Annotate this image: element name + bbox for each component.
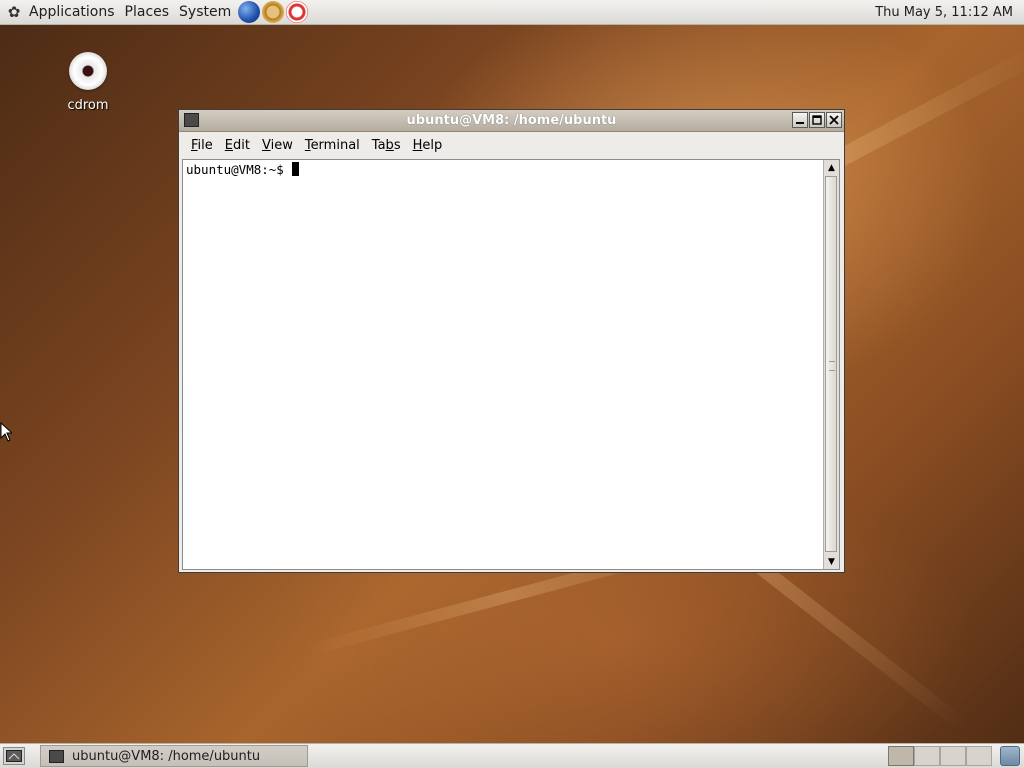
mail-icon[interactable] xyxy=(262,1,285,23)
terminal-text-area[interactable]: ubuntu@VM8:~$ ▲ ▼ xyxy=(182,159,840,570)
terminal-icon xyxy=(49,749,64,763)
terminal-menubar: File Edit View Terminal Tabs Help xyxy=(179,132,844,158)
web-browser-icon[interactable] xyxy=(238,1,261,23)
menu-view[interactable]: View xyxy=(256,138,299,153)
desktop-icon-cdrom[interactable]: cdrom xyxy=(60,52,116,113)
grip-icon xyxy=(829,361,835,371)
workspace-4[interactable] xyxy=(966,746,992,766)
workspace-2[interactable] xyxy=(914,746,940,766)
vertical-scrollbar[interactable]: ▲ ▼ xyxy=(823,160,839,569)
trash-icon[interactable] xyxy=(1000,746,1020,766)
menu-file[interactable]: File xyxy=(185,138,219,153)
window-titlebar[interactable]: ubuntu@VM8: /home/ubuntu xyxy=(179,110,844,132)
close-button[interactable] xyxy=(826,112,842,128)
help-icon[interactable] xyxy=(286,1,309,23)
places-menu[interactable]: Places xyxy=(120,0,175,25)
minimize-icon xyxy=(796,122,804,124)
desktop-icon-label: cdrom xyxy=(67,98,109,113)
maximize-icon xyxy=(812,115,822,125)
menu-tabs[interactable]: Tabs xyxy=(366,138,407,153)
terminal-output: ubuntu@VM8:~$ xyxy=(186,162,300,177)
workspace-1[interactable] xyxy=(888,746,914,766)
taskbar-terminal-button[interactable]: ubuntu@VM8: /home/ubuntu xyxy=(40,745,308,767)
window-controls xyxy=(792,112,842,128)
workspace-3[interactable] xyxy=(940,746,966,766)
workspace-switcher xyxy=(888,746,992,766)
terminal-window: ubuntu@VM8: /home/ubuntu File Edit View … xyxy=(178,109,845,573)
text-cursor xyxy=(292,162,300,176)
mouse-pointer-icon xyxy=(0,422,12,442)
cdrom-icon xyxy=(69,52,107,90)
bottom-panel: ubuntu@VM8: /home/ubuntu xyxy=(0,743,1024,768)
menu-help[interactable]: Help xyxy=(407,138,449,153)
applications-menu[interactable]: Applications xyxy=(24,0,120,25)
system-menu[interactable]: System xyxy=(174,0,236,25)
menu-edit[interactable]: Edit xyxy=(219,138,256,153)
minimize-button[interactable] xyxy=(792,112,808,128)
taskbar-label: ubuntu@VM8: /home/ubuntu xyxy=(72,748,261,764)
close-icon xyxy=(829,115,839,125)
scrollbar-thumb[interactable] xyxy=(825,176,837,552)
maximize-button[interactable] xyxy=(809,112,825,128)
show-desktop-button[interactable] xyxy=(3,747,25,765)
menu-terminal[interactable]: Terminal xyxy=(299,138,366,153)
gnome-foot-icon[interactable]: ✿ xyxy=(4,2,24,22)
clock[interactable]: Thu May 5, 11:12 AM xyxy=(867,0,1021,25)
terminal-icon[interactable] xyxy=(184,113,199,127)
scroll-up-arrow-icon[interactable]: ▲ xyxy=(824,160,839,175)
top-panel: ✿ Applications Places System Thu May 5, … xyxy=(0,0,1024,25)
scroll-down-arrow-icon[interactable]: ▼ xyxy=(824,554,839,569)
window-title: ubuntu@VM8: /home/ubuntu xyxy=(406,113,617,128)
terminal-prompt: ubuntu@VM8:~$ xyxy=(186,162,292,177)
show-desktop-icon xyxy=(6,750,22,762)
